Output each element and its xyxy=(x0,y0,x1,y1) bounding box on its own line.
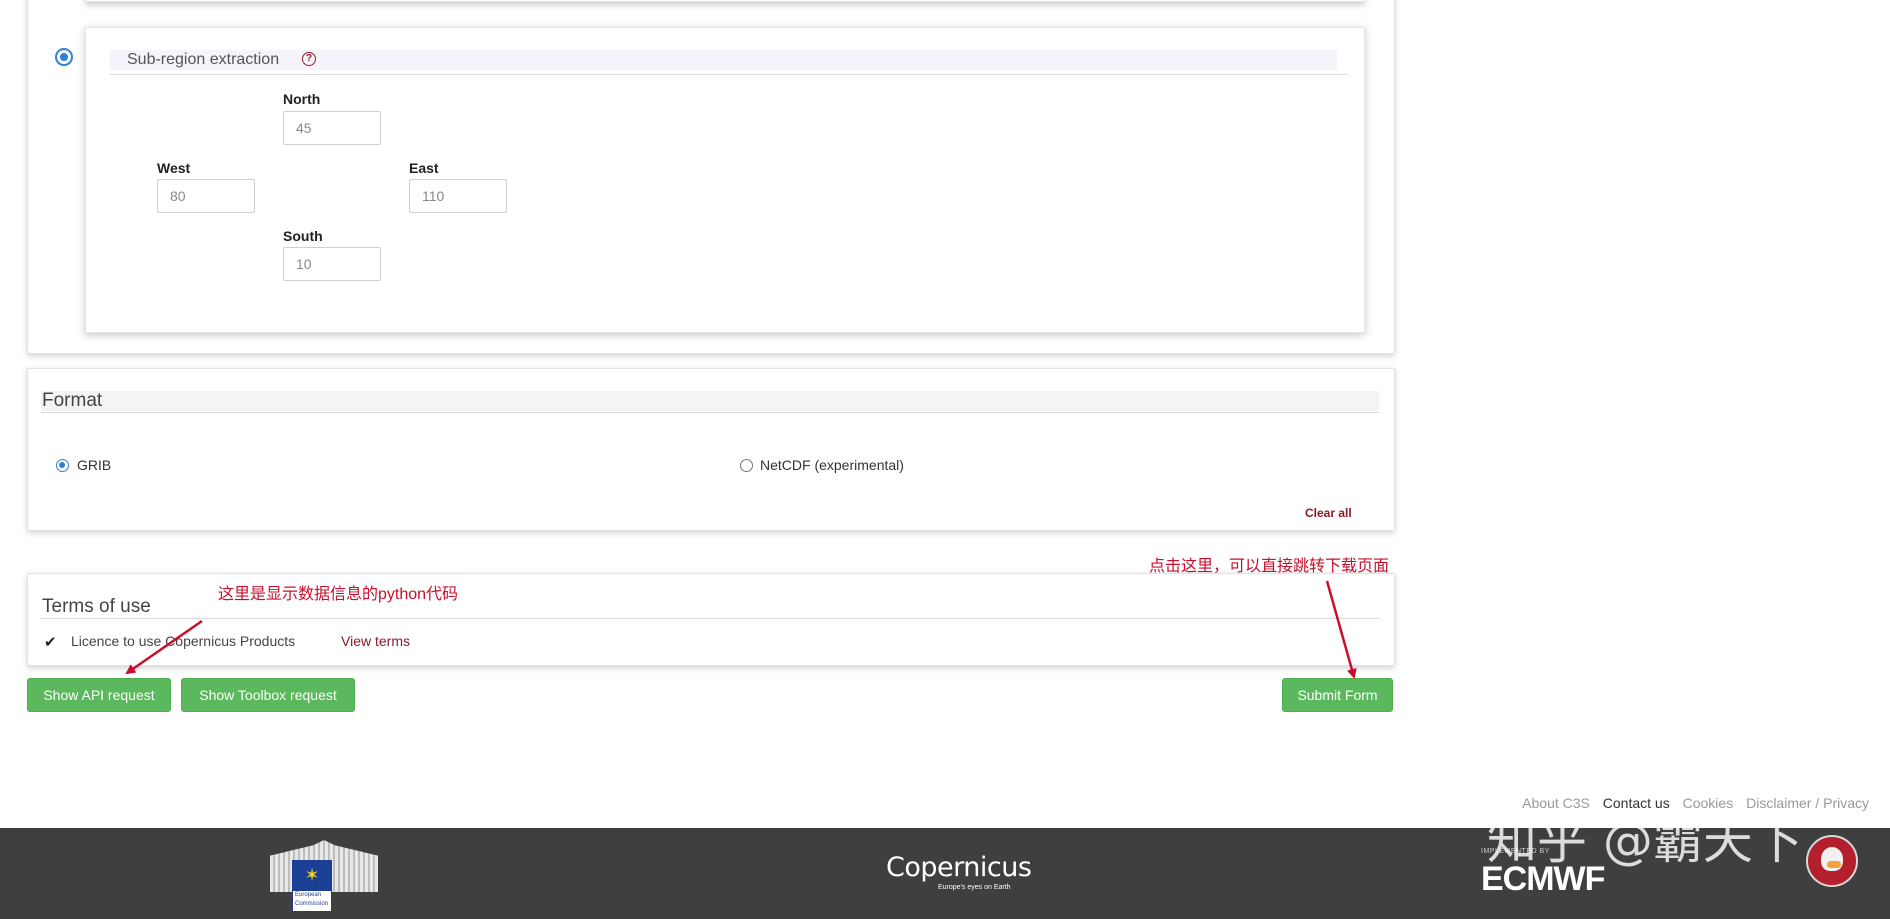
previous-option-panel xyxy=(85,0,1365,2)
show-toolbox-request-button[interactable]: Show Toolbox request xyxy=(181,678,355,712)
west-label: West xyxy=(157,160,191,176)
netcdf-label[interactable]: NetCDF (experimental) xyxy=(760,457,904,473)
footer-link-disclaimer[interactable]: Disclaimer / Privacy xyxy=(1746,795,1869,811)
footer-link-about[interactable]: About C3S xyxy=(1522,795,1590,811)
footer-link-contact[interactable]: Contact us xyxy=(1603,795,1670,811)
subregion-radio[interactable] xyxy=(55,48,73,66)
eu-flag-icon: ✶ xyxy=(292,860,332,890)
zhihu-watermark: 知乎 @霸天下 xyxy=(1487,812,1803,870)
subregion-box xyxy=(85,27,1365,333)
watermark-avatar-icon xyxy=(1806,835,1858,887)
help-icon[interactable]: ? xyxy=(302,52,316,66)
copernicus-wordmark: Copernicus xyxy=(886,852,1032,883)
south-label: South xyxy=(283,228,323,244)
eu-logo-text: European Commission xyxy=(292,890,332,912)
view-terms-link[interactable]: View terms xyxy=(341,633,410,649)
grib-label[interactable]: GRIB xyxy=(77,457,111,473)
format-title: Format xyxy=(42,390,103,411)
subregion-divider xyxy=(110,74,1347,75)
format-divider xyxy=(41,412,1379,413)
terms-divider xyxy=(41,618,1379,619)
south-input[interactable]: 10 xyxy=(283,247,381,281)
netcdf-radio[interactable] xyxy=(740,459,753,472)
subregion-header-bg xyxy=(110,50,1337,70)
european-commission-logo[interactable]: ✶ European Commission xyxy=(270,840,378,914)
licence-text: Licence to use Copernicus Products xyxy=(71,633,296,649)
copernicus-logo[interactable]: Copernicus Europe's eyes on Earth xyxy=(886,852,1032,896)
east-input[interactable]: 110 xyxy=(409,179,507,213)
west-input[interactable]: 80 xyxy=(157,179,255,213)
terms-title: Terms of use xyxy=(42,596,151,617)
api-annotation-text: 这里是显示数据信息的python代码 xyxy=(218,586,459,603)
format-header-bg xyxy=(41,391,1379,411)
clear-all-link[interactable]: Clear all xyxy=(1305,506,1352,520)
copernicus-tagline: Europe's eyes on Earth xyxy=(938,884,1011,891)
check-icon: ✔ xyxy=(44,634,57,651)
east-label: East xyxy=(409,160,439,176)
submit-form-button[interactable]: Submit Form xyxy=(1282,678,1393,712)
north-label: North xyxy=(283,91,321,107)
footer-links: About C3S Contact us Cookies Disclaimer … xyxy=(1513,794,1869,812)
subregion-title: Sub-region extraction xyxy=(127,51,280,68)
footer-link-cookies[interactable]: Cookies xyxy=(1683,795,1734,811)
grib-radio[interactable] xyxy=(56,459,69,472)
north-input[interactable]: 45 xyxy=(283,111,381,145)
submit-annotation-text: 点击这里，可以直接跳转下载页面 xyxy=(1149,558,1390,575)
show-api-request-button[interactable]: Show API request xyxy=(27,678,171,712)
